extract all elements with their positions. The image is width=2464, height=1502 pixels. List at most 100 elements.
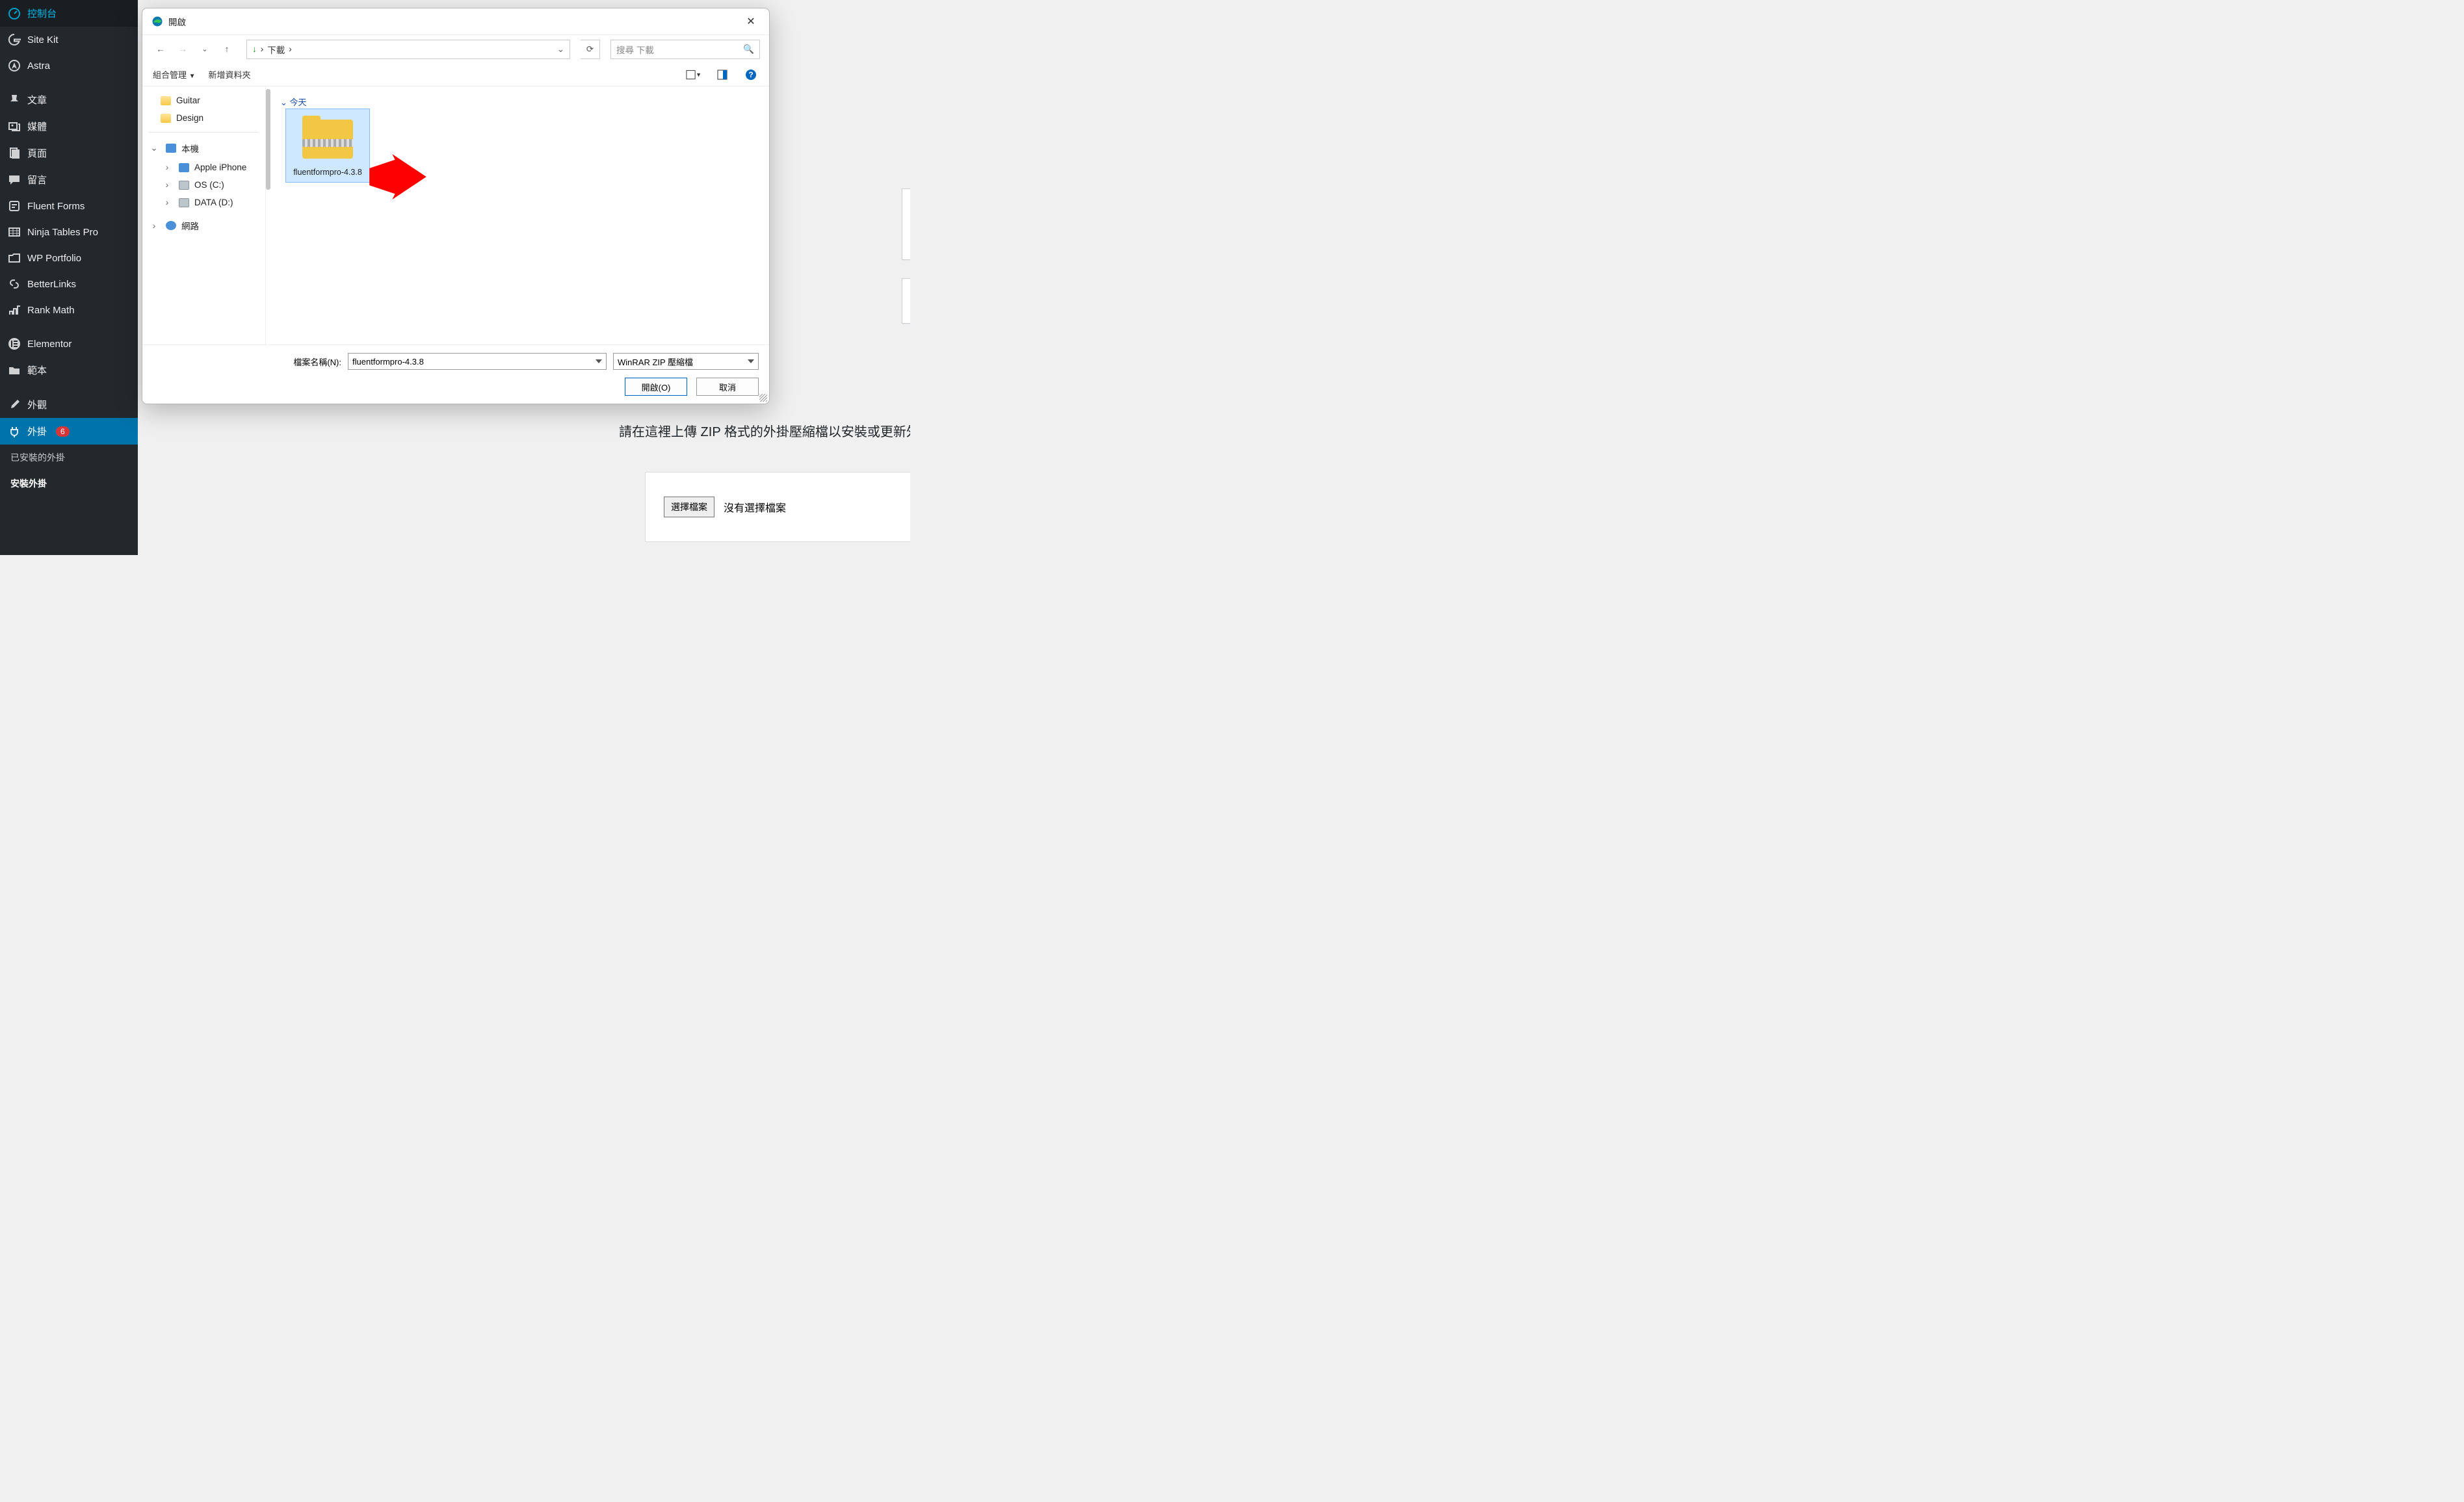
comment-icon <box>8 174 21 187</box>
form-icon <box>8 200 21 213</box>
choose-file-button[interactable]: 選擇檔案 <box>664 497 714 517</box>
filename-label: 檔案名稱(N): <box>293 356 341 368</box>
download-arrow-icon: ↓ <box>252 44 257 54</box>
address-dropdown-icon[interactable]: ⌄ <box>557 44 564 55</box>
search-icon: 🔍 <box>743 44 754 55</box>
sidebar-item-wpportfolio[interactable]: WP Portfolio <box>0 245 138 271</box>
tree-drive-c[interactable]: ›OS (C:) <box>146 176 261 194</box>
tree-iphone[interactable]: ›Apple iPhone <box>146 159 261 176</box>
chevron-right-icon: › <box>163 198 171 207</box>
dialog-nav: ← → ⌄ ↑ ↓ › 下載 › ⌄ ⟳ 搜尋 下載 🔍 <box>142 34 769 63</box>
resize-grip[interactable] <box>759 394 767 402</box>
folder-icon <box>8 364 21 377</box>
sidebar-item-posts[interactable]: 文章 <box>0 86 138 113</box>
sidebar-item-fluentforms[interactable]: Fluent Forms <box>0 193 138 219</box>
sidebar-item-plugins[interactable]: 外掛 6 <box>0 418 138 445</box>
sidebar-sub-installed-plugins[interactable]: 已安裝的外掛 <box>0 445 138 471</box>
sidebar-label: Site Kit <box>27 34 59 45</box>
navigation-tree[interactable]: Guitar Design ⌄本機 ›Apple iPhone ›OS (C:)… <box>142 86 266 344</box>
view-mode-button[interactable]: ▼ <box>686 67 701 83</box>
folder-icon <box>161 96 171 105</box>
notice-card-satisfied: o and you are satisfied with th <box>902 278 910 324</box>
svg-text:?: ? <box>748 70 753 79</box>
annotation-red-arrow <box>369 154 427 200</box>
file-open-dialog: 開啟 ✕ ← → ⌄ ↑ ↓ › 下載 › ⌄ ⟳ 搜尋 下載 🔍 組合管理 ▼… <box>142 8 770 404</box>
folder-icon <box>161 114 171 123</box>
sidebar-item-media[interactable]: 媒體 <box>0 113 138 140</box>
notice-card-rating: favor and give it a 5-star rating <box>902 188 910 260</box>
chevron-right-icon: › <box>163 162 171 172</box>
search-input[interactable]: 搜尋 下載 🔍 <box>610 40 760 59</box>
breadcrumb-downloads[interactable]: 下載 <box>267 43 285 56</box>
organize-menu[interactable]: 組合管理 ▼ <box>153 68 196 81</box>
drive-icon <box>179 181 189 190</box>
sidebar-item-comments[interactable]: 留言 <box>0 166 138 193</box>
chevron-down-icon: ▼ <box>189 73 196 80</box>
sidebar-item-elementor[interactable]: Elementor <box>0 331 138 357</box>
sidebar-item-betterlinks[interactable]: BetterLinks <box>0 271 138 297</box>
sidebar-label: 控制台 <box>27 6 57 20</box>
sidebar-label: Elementor <box>27 339 72 350</box>
sidebar-item-rankmath[interactable]: Rank Math <box>0 297 138 323</box>
sidebar-label: Fluent Forms <box>27 201 85 212</box>
address-bar[interactable]: ↓ › 下載 › ⌄ <box>246 40 570 59</box>
cancel-button[interactable]: 取消 <box>696 378 759 396</box>
tree-this-pc[interactable]: ⌄本機 <box>146 138 261 159</box>
upload-heading: 請在這裡上傳 ZIP 格式的外掛壓縮檔以安裝或更新外掛。 <box>619 421 910 440</box>
preview-pane-button[interactable] <box>714 67 730 83</box>
chevron-right-icon: › <box>150 221 158 231</box>
refresh-button[interactable]: ⟳ <box>581 40 600 59</box>
dialog-close-button[interactable]: ✕ <box>738 12 764 31</box>
sidebar-label: 文章 <box>27 93 47 107</box>
sidebar-label: 外掛 <box>27 424 47 438</box>
open-button[interactable]: 開啟(O) <box>625 378 687 396</box>
file-list-pane[interactable]: ⌄ 今天 fluentformpro-4.3.8 <box>266 86 769 344</box>
pin-icon <box>8 94 21 107</box>
nav-recent-dropdown[interactable]: ⌄ <box>196 40 214 58</box>
sidebar-item-sitekit[interactable]: Site Kit <box>0 27 138 53</box>
media-icon <box>8 120 21 133</box>
drive-icon <box>179 198 189 207</box>
google-g-icon <box>8 33 21 46</box>
tree-drive-d[interactable]: ›DATA (D:) <box>146 194 261 211</box>
sidebar-label: Astra <box>27 60 50 71</box>
wp-admin-sidebar: 控制台 Site Kit Astra 文章 媒體 頁面 留言 Fluent Fo… <box>0 0 138 555</box>
upload-form: 選擇檔案 沒有選擇檔案 立即安裝 <box>645 472 910 542</box>
sidebar-item-appearance[interactable]: 外觀 <box>0 391 138 418</box>
tree-folder-design[interactable]: Design <box>146 109 261 127</box>
file-fluentformpro-zip[interactable]: fluentformpro-4.3.8 <box>285 109 370 183</box>
sidebar-label: BetterLinks <box>27 279 76 290</box>
nav-forward-button[interactable]: → <box>174 40 192 58</box>
sidebar-item-pages[interactable]: 頁面 <box>0 140 138 166</box>
tree-folder-guitar[interactable]: Guitar <box>146 92 261 109</box>
chevron-down-icon: ⌄ <box>150 143 158 153</box>
filetype-select[interactable] <box>613 353 759 370</box>
sidebar-item-dashboard[interactable]: 控制台 <box>0 0 138 27</box>
tree-network[interactable]: ›網路 <box>146 215 261 236</box>
filename-input[interactable] <box>348 353 607 370</box>
nav-back-button[interactable]: ← <box>151 40 170 58</box>
help-button[interactable]: ? <box>743 67 759 83</box>
sidebar-label: Ninja Tables Pro <box>27 227 98 238</box>
sidebar-item-templates[interactable]: 範本 <box>0 357 138 383</box>
sidebar-label: Rank Math <box>27 305 75 316</box>
nav-up-button[interactable]: ↑ <box>218 40 236 58</box>
sidebar-item-astra[interactable]: Astra <box>0 53 138 79</box>
sidebar-label: 頁面 <box>27 146 47 160</box>
dialog-titlebar[interactable]: 開啟 ✕ <box>142 8 769 34</box>
no-file-label: 沒有選擇檔案 <box>724 499 786 515</box>
sidebar-label: WP Portfolio <box>27 253 81 264</box>
page-icon <box>8 147 21 160</box>
chevron-down-icon: ⌄ <box>280 97 287 107</box>
new-folder-button[interactable]: 新增資料夾 <box>209 68 251 81</box>
search-placeholder: 搜尋 下載 <box>616 43 654 56</box>
scrollbar[interactable] <box>266 89 270 190</box>
sidebar-sub-add-plugin[interactable]: 安裝外掛 <box>0 471 138 497</box>
chart-icon <box>8 304 21 317</box>
device-icon <box>179 163 189 172</box>
table-icon <box>8 226 21 239</box>
portfolio-icon <box>8 252 21 265</box>
dialog-title: 開啟 <box>168 15 186 28</box>
sidebar-item-ninjatables[interactable]: Ninja Tables Pro <box>0 219 138 245</box>
update-badge: 6 <box>56 426 70 437</box>
